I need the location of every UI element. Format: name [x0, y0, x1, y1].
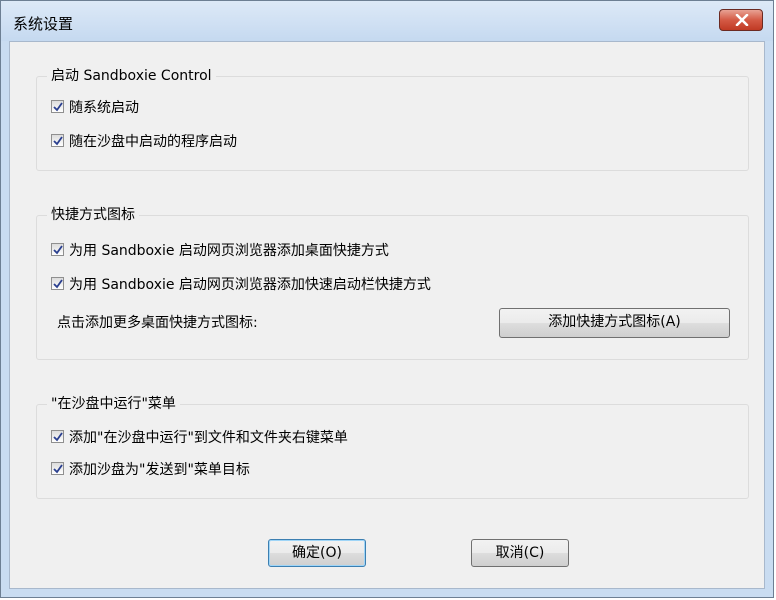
checkmark-icon [53, 432, 63, 442]
shortcut-group: 快捷方式图标 为用 Sandboxie 启动网页浏览器添加桌面快捷方式 为用 S… [36, 205, 749, 360]
checkmark-icon [53, 245, 63, 255]
checkbox-box[interactable] [51, 430, 64, 443]
shortcut-group-title: 快捷方式图标 [47, 205, 139, 225]
startup-group: 启动 Sandboxie Control 随系统启动 随在沙盘中启动的程序启动 [36, 66, 749, 171]
checkmark-icon [53, 136, 63, 146]
checkmark-icon [53, 464, 63, 474]
add-more-shortcuts-text: 点击添加更多桌面快捷方式图标: [57, 315, 258, 331]
checkbox-box[interactable] [51, 243, 64, 256]
checkbox-label: 为用 Sandboxie 启动网页浏览器添加桌面快捷方式 [69, 243, 389, 259]
checkbox-label: 为用 Sandboxie 启动网页浏览器添加快速启动栏快捷方式 [69, 277, 431, 293]
checkbox-box[interactable] [51, 277, 64, 290]
checkbox-box[interactable] [51, 462, 64, 475]
dialog-body: 启动 Sandboxie Control 随系统启动 随在沙盘中启动的程序启动 [9, 41, 765, 589]
window-title: 系统设置 [13, 15, 74, 33]
checkbox-label: 添加沙盘为"发送到"菜单目标 [69, 462, 250, 478]
checkmark-icon [53, 102, 63, 112]
startup-group-title: 启动 Sandboxie Control [47, 66, 216, 86]
checkbox-label: 随在沙盘中启动的程序启动 [69, 134, 237, 150]
checkbox-label: 随系统启动 [69, 100, 139, 116]
title-bar[interactable]: 系统设置 [1, 1, 773, 41]
checkbox-box[interactable] [51, 100, 64, 113]
sandbox-menu-group-title: "在沙盘中运行"菜单 [47, 394, 180, 414]
close-button[interactable] [719, 9, 763, 31]
cancel-button[interactable]: 取消(C) [471, 539, 569, 567]
checkbox-box[interactable] [51, 134, 64, 147]
checkmark-icon [53, 279, 63, 289]
sandbox-menu-group: "在沙盘中运行"菜单 添加"在沙盘中运行"到文件和文件夹右键菜单 添加沙盘为"发… [36, 394, 749, 499]
close-icon [735, 14, 749, 26]
ok-button[interactable]: 确定(O) [268, 539, 366, 567]
checkbox-label: 添加"在沙盘中运行"到文件和文件夹右键菜单 [69, 430, 348, 446]
settings-dialog: 系统设置 启动 Sandboxie Control 随系统启动 随在沙盘中启动的… [0, 0, 774, 598]
add-shortcut-button[interactable]: 添加快捷方式图标(A) [499, 308, 730, 338]
